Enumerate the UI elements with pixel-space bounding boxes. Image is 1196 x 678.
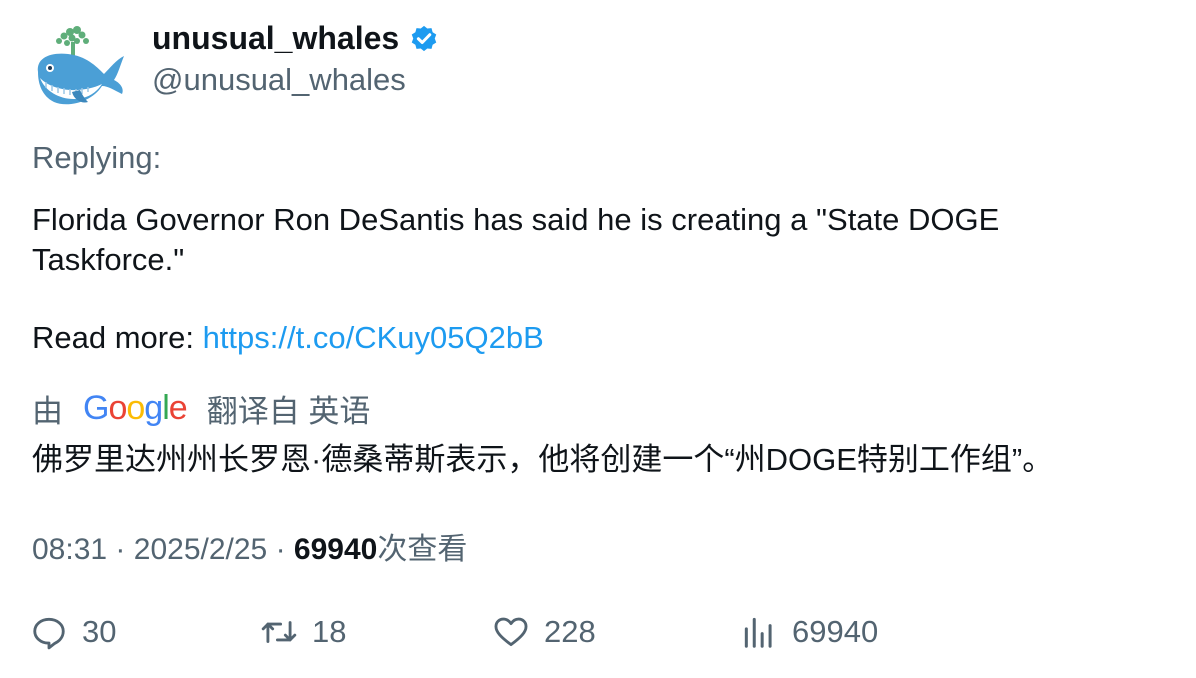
tweet-link[interactable]: https://t.co/CKuy05Q2bB — [203, 320, 544, 355]
avatar[interactable] — [32, 24, 128, 112]
author-display-name[interactable]: unusual_whales — [152, 20, 399, 57]
like-count: 228 — [544, 614, 596, 649]
replying-label: Replying: — [32, 140, 162, 175]
meta-separator: · — [275, 533, 286, 566]
author-name-row[interactable]: unusual_whales — [152, 20, 439, 57]
like-button[interactable]: 228 — [492, 608, 596, 656]
retweet-button[interactable]: 18 — [260, 608, 346, 656]
views-action-count: 69940 — [792, 614, 879, 649]
tweet-time[interactable]: 08:31 — [32, 533, 107, 566]
author-handle[interactable]: @unusual_whales — [152, 62, 406, 98]
retweet-count: 18 — [312, 614, 347, 649]
whale-avatar-icon — [37, 26, 124, 105]
views-button[interactable]: 69940 — [740, 608, 878, 656]
google-logo-icon: Google — [83, 388, 188, 427]
meta-separator: · — [115, 533, 126, 566]
reply-button[interactable]: 30 — [30, 608, 116, 656]
translation-suffix: 翻译自 英语 — [206, 393, 371, 429]
verified-check-icon — [409, 24, 439, 54]
tweet-text: Florida Governor Ron DeSantis has said h… — [32, 202, 1000, 277]
translation-prefix: 由 — [32, 393, 63, 429]
reply-count: 30 — [82, 614, 117, 649]
read-more-label: Read more: — [32, 320, 203, 355]
views-bar-chart-icon — [744, 617, 772, 648]
retweet-icon — [261, 621, 297, 643]
tweet-meta: 08:31 · 2025/2/25 · 69940次查看 — [32, 524, 467, 568]
views-count: 69940 — [293, 533, 378, 566]
translation-header[interactable]: 由 Google 翻译自 英语 — [32, 386, 370, 430]
views-label: 次查看 — [377, 533, 468, 566]
read-more-line: Read more: https://t.co/CKuy05Q2bB — [32, 320, 544, 356]
reply-icon — [33, 617, 65, 650]
translated-text: 佛罗里达州州长罗恩·德桑蒂斯表示，他将创建一个“州DOGE特别工作组”。 — [32, 442, 1054, 477]
tweet-date[interactable]: 2025/2/25 — [134, 533, 267, 566]
heart-icon — [494, 617, 528, 647]
